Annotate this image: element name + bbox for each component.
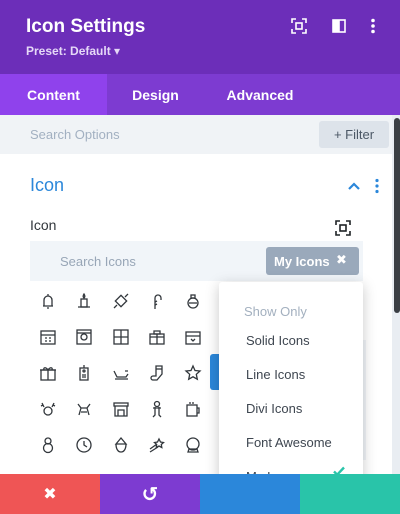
undo-icon: ↺ bbox=[141, 483, 159, 506]
present-icon[interactable] bbox=[183, 327, 203, 347]
save-button[interactable] bbox=[300, 474, 400, 514]
stocking-icon[interactable] bbox=[147, 363, 167, 383]
dropdown-item-line-icons[interactable]: Line Icons bbox=[246, 367, 305, 382]
icon-filter-chip[interactable]: My Icons ✖ bbox=[266, 247, 359, 275]
section-title[interactable]: Icon bbox=[30, 175, 64, 196]
chevron-up-icon[interactable] bbox=[346, 178, 362, 194]
modal-title: Icon Settings bbox=[26, 16, 146, 37]
mug-icon[interactable] bbox=[183, 399, 203, 419]
close-icon[interactable]: ✖ bbox=[336, 252, 347, 268]
snow-globe-icon[interactable] bbox=[183, 435, 203, 455]
icon-picker-header: Search Icons My Icons ✖ bbox=[30, 241, 363, 281]
fireplace-icon[interactable] bbox=[111, 399, 131, 419]
calendar-icon[interactable] bbox=[38, 327, 58, 347]
bell-icon[interactable] bbox=[38, 291, 58, 311]
tag-icon[interactable] bbox=[74, 363, 94, 383]
options-search-bar: Search Options + Filter bbox=[0, 115, 392, 154]
dropdown-item-divi-icons[interactable]: Divi Icons bbox=[246, 401, 302, 416]
more-vertical-icon[interactable] bbox=[363, 16, 383, 36]
discard-button[interactable]: ✖ bbox=[0, 474, 100, 514]
gingerbread-icon[interactable] bbox=[147, 399, 167, 419]
tab-content[interactable]: Content bbox=[0, 74, 107, 115]
reindeer-antlers-icon[interactable] bbox=[74, 399, 94, 419]
clock-icon[interactable] bbox=[74, 435, 94, 455]
dropdown-item-solid-icons[interactable]: Solid Icons bbox=[246, 333, 310, 348]
dropdown-item-font-awesome[interactable]: Font Awesome bbox=[246, 435, 332, 450]
field-expand-icon[interactable] bbox=[334, 219, 352, 237]
chevron-down-icon: ▾ bbox=[114, 44, 121, 58]
tab-design[interactable]: Design bbox=[107, 74, 204, 115]
action-bar: ✖ ↺ bbox=[0, 474, 400, 514]
section-more-icon[interactable] bbox=[369, 177, 385, 195]
close-icon: ✖ bbox=[43, 486, 57, 503]
scrollbar-thumb[interactable] bbox=[394, 118, 400, 313]
ornament-icon[interactable] bbox=[183, 291, 203, 311]
window-icon[interactable] bbox=[111, 327, 131, 347]
sleigh-icon[interactable] bbox=[111, 363, 131, 383]
tab-advanced[interactable]: Advanced bbox=[204, 74, 316, 115]
tab-bar: Content Design Advanced bbox=[0, 74, 400, 115]
icon-field-label: Icon bbox=[30, 217, 57, 233]
snowman-icon[interactable] bbox=[38, 435, 58, 455]
redo-button[interactable] bbox=[200, 474, 300, 514]
shooting-star-icon[interactable] bbox=[147, 435, 167, 455]
preset-selector[interactable]: Preset: Default ▾ bbox=[26, 44, 120, 58]
sidebar-toggle-icon[interactable] bbox=[329, 16, 349, 36]
candle-icon[interactable] bbox=[74, 291, 94, 311]
undo-button[interactable]: ↺ bbox=[100, 474, 200, 514]
filter-button[interactable]: + Filter bbox=[319, 121, 389, 148]
dropdown-heading: Show Only bbox=[244, 304, 307, 319]
candy-cane-icon[interactable] bbox=[147, 291, 167, 311]
icon-grid bbox=[30, 281, 220, 474]
show-only-dropdown: Show Only Solid Icons Line Icons Divi Ic… bbox=[219, 282, 363, 496]
santa-icon[interactable] bbox=[111, 435, 131, 455]
expand-icon[interactable] bbox=[289, 16, 309, 36]
options-search-input[interactable]: Search Options bbox=[30, 127, 120, 142]
preset-label: Preset: Default bbox=[26, 44, 111, 58]
reindeer-icon[interactable] bbox=[38, 399, 58, 419]
icon-filter-chip-label: My Icons bbox=[274, 253, 330, 269]
modal-header: Icon Settings Preset: Default ▾ bbox=[0, 0, 400, 74]
gift-icon[interactable] bbox=[38, 363, 58, 383]
icon-search-input[interactable]: Search Icons bbox=[60, 254, 136, 269]
advent-calendar-icon[interactable] bbox=[74, 327, 94, 347]
star-icon[interactable] bbox=[183, 363, 203, 383]
gift-box-icon[interactable] bbox=[147, 327, 167, 347]
candy-icon[interactable] bbox=[111, 291, 131, 311]
